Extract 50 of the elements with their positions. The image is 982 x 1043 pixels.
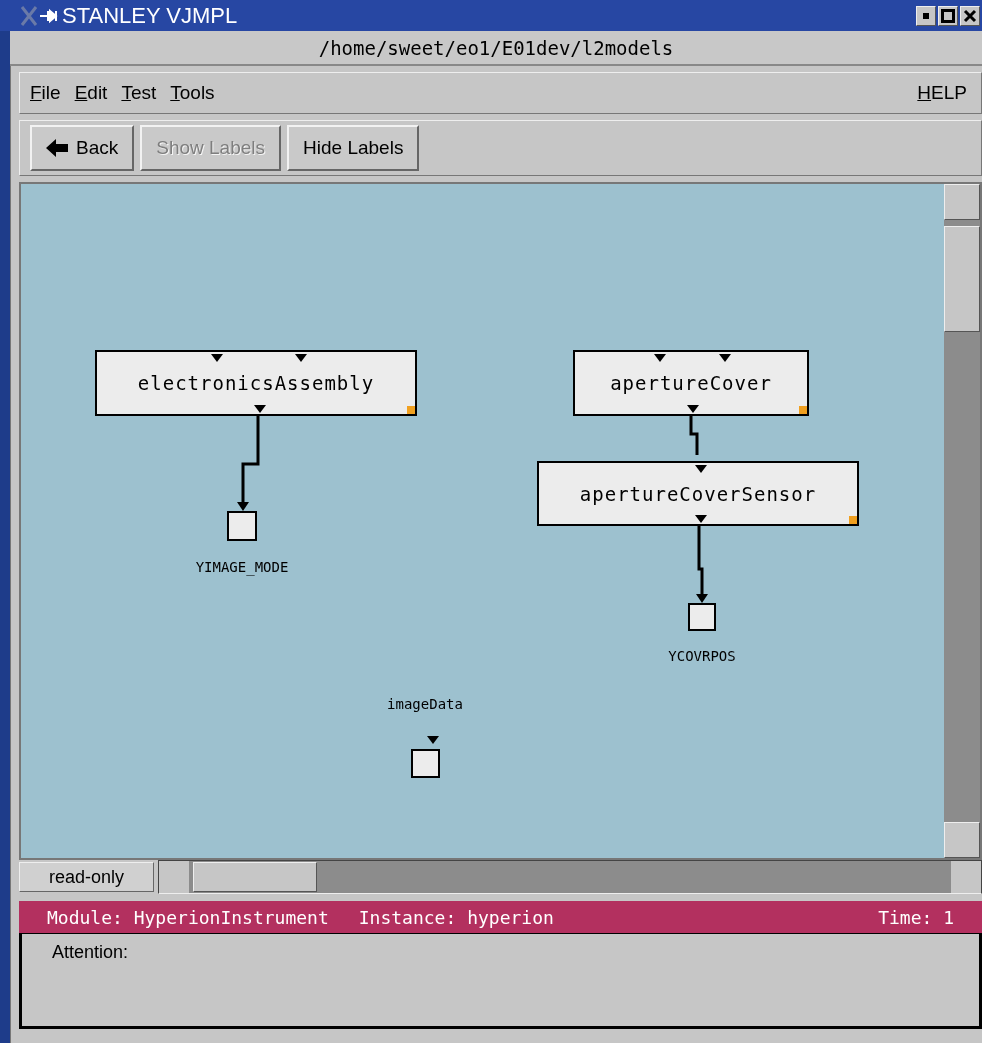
mode-label: read-only [19,862,154,892]
menu-item[interactable]: Tools [170,82,215,104]
variable-label: YCOVRPOS [668,648,736,664]
module-box[interactable]: apertureCover [573,350,809,416]
input-port-icon [654,354,666,362]
toolbar-button[interactable]: Hide Labels [287,125,420,171]
status-time: Time: 1 [878,906,954,928]
input-port-icon [427,736,439,744]
module-name: apertureCoverSensor [579,482,817,505]
left-arrow-icon [46,139,68,157]
variable-label: YIMAGE_MODE [195,559,289,575]
scroll-thumb[interactable] [193,862,317,892]
module-name: electronicsAssembly [137,372,375,394]
status-instance: Instance: hyperion [358,906,554,928]
connector-line [689,416,699,455]
output-port-icon [687,405,699,413]
output-port-icon [695,515,707,523]
variable-node[interactable] [227,511,257,541]
maximize-button[interactable] [938,5,958,26]
input-port-icon [295,354,307,362]
close-button[interactable] [960,5,980,26]
back-button[interactable]: Back [30,125,135,171]
scroll-up-button[interactable] [944,184,980,220]
app-icon[interactable] [20,4,60,27]
menu-item[interactable]: Test [121,82,157,104]
variable-node[interactable] [411,749,440,778]
resize-handle-icon[interactable] [407,406,415,414]
directory-path: /home/sweet/eo1/E01dev/l2models [318,36,674,59]
horizontal-scrollbar[interactable] [158,860,982,894]
scroll-thumb[interactable] [944,226,980,332]
module-box[interactable]: apertureCoverSensor [537,461,859,526]
vertical-scrollbar[interactable] [944,182,982,860]
variable-node[interactable] [688,603,716,631]
input-port-icon [211,354,223,362]
menu-item[interactable]: File [30,82,61,104]
input-port-icon [695,465,707,473]
menu-item[interactable]: Edit [74,82,108,104]
module-name: apertureCover [610,372,772,394]
output-port-icon [254,405,266,413]
window-title: STANLEY VJMPL [62,2,238,29]
input-port-icon [719,354,731,362]
attention-label: Attention: [52,942,129,962]
resize-handle-icon[interactable] [799,406,807,414]
help-menu[interactable]: HELP [917,82,967,104]
scroll-down-button[interactable] [944,822,980,858]
status-module: Module: HyperionInstrument [47,906,329,928]
variable-label: imageData [387,696,463,712]
resize-handle-icon[interactable] [849,516,857,524]
minimize-button[interactable] [916,5,936,26]
module-box[interactable]: electronicsAssembly [95,350,417,416]
